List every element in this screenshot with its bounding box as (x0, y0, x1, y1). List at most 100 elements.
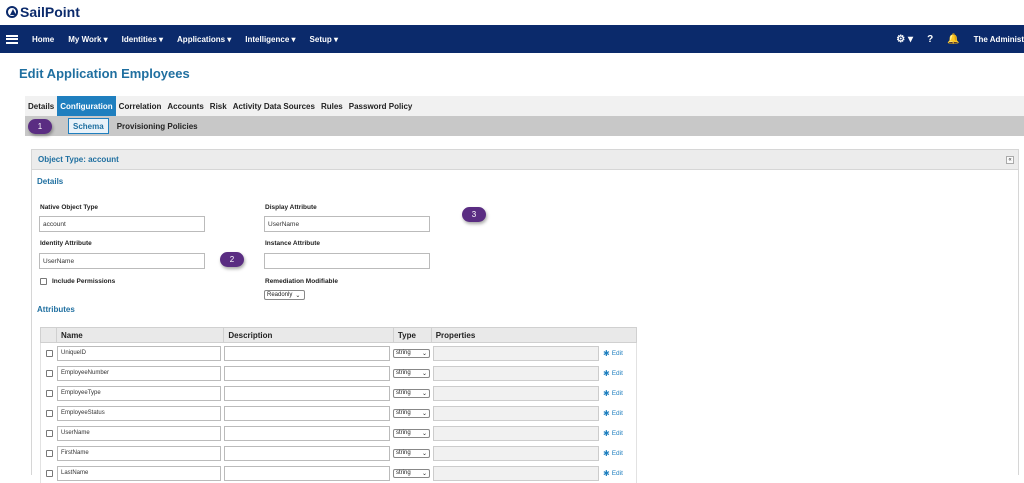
settings-gear-icon[interactable]: ⚙ ▾ (896, 34, 913, 45)
column-header-name: Name (57, 327, 225, 343)
attribute-name-input[interactable]: UserName (57, 425, 221, 441)
edit-attribute-button[interactable]: ✱ Edit (603, 349, 623, 358)
edit-attribute-button[interactable]: ✱ Edit (603, 369, 623, 378)
gear-icon: ✱ (603, 368, 610, 378)
tab-configuration[interactable]: Configuration (57, 96, 116, 116)
gear-icon: ✱ (603, 428, 610, 438)
panel-header: Object Type: account « (32, 150, 1018, 170)
row-select-cell (41, 349, 57, 357)
user-menu[interactable]: The Administ (974, 35, 1024, 44)
notifications-bell-icon[interactable]: 🔔 (947, 34, 959, 45)
collapse-panel-button[interactable]: « (1006, 156, 1014, 164)
attribute-type-select[interactable]: string ⌄ (393, 468, 430, 478)
attribute-name-input[interactable]: EmployeeType (57, 385, 221, 401)
attribute-type-select[interactable]: string ⌄ (393, 368, 430, 378)
gear-icon: ✱ (603, 348, 610, 358)
column-header-description: Description (224, 327, 394, 343)
chevron-down-icon: ⌄ (421, 470, 427, 477)
edit-attribute-button[interactable]: ✱ Edit (603, 469, 623, 478)
nav-setup[interactable]: Setup ▾ (310, 35, 338, 44)
table-row: LastName string ⌄ ✱ Edit (40, 463, 637, 483)
row-checkbox[interactable] (45, 469, 53, 477)
tab-activity-data-sources[interactable]: Activity Data Sources (230, 96, 318, 116)
attribute-description-input[interactable] (224, 365, 390, 381)
attributes-table: Name Description Type Properties UniqueI… (40, 327, 637, 483)
hamburger-menu-icon[interactable] (6, 34, 18, 44)
column-header-type: Type (394, 327, 432, 343)
panel-title: Object Type: account (38, 155, 119, 164)
nav-intelligence[interactable]: Intelligence ▾ (245, 35, 295, 44)
include-permissions-checkbox[interactable] (40, 278, 47, 285)
tab-correlation[interactable]: Correlation (116, 96, 165, 116)
edit-attribute-button[interactable]: ✱ Edit (603, 429, 623, 438)
attribute-description-input[interactable] (224, 405, 390, 421)
brand-name: SailPoint (20, 4, 80, 20)
attribute-properties-field (433, 345, 599, 361)
tab-rules[interactable]: Rules (318, 96, 346, 116)
row-select-cell (41, 389, 57, 397)
row-checkbox[interactable] (45, 349, 53, 357)
row-checkbox[interactable] (45, 429, 53, 437)
attribute-name-input[interactable]: LastName (57, 465, 221, 481)
tab-accounts[interactable]: Accounts (164, 96, 206, 116)
table-row: EmployeeType string ⌄ ✱ Edit (40, 383, 637, 403)
row-checkbox[interactable] (45, 449, 53, 457)
attribute-name-input[interactable]: EmployeeNumber (57, 365, 221, 381)
attribute-name-input[interactable]: EmployeeStatus (57, 405, 221, 421)
tab-risk[interactable]: Risk (207, 96, 230, 116)
edit-label: Edit (611, 469, 623, 477)
edit-attribute-button[interactable]: ✱ Edit (603, 449, 623, 458)
attribute-description-input[interactable] (224, 345, 390, 361)
details-section-title: Details (37, 177, 64, 186)
remediation-modifiable-select[interactable]: Readonly ⌄ (264, 290, 305, 300)
display-attribute-input[interactable]: UserName (264, 216, 430, 232)
tab-password-policy[interactable]: Password Policy (346, 96, 416, 116)
chevron-down-icon: ⌄ (421, 350, 427, 357)
gear-icon: ✱ (603, 388, 610, 398)
attribute-description-input[interactable] (224, 445, 390, 461)
attribute-type-value: string (396, 390, 411, 396)
edit-label: Edit (611, 369, 623, 377)
attribute-type-select[interactable]: string ⌄ (393, 428, 430, 438)
edit-attribute-button[interactable]: ✱ Edit (603, 389, 623, 398)
attribute-description-input[interactable] (224, 385, 390, 401)
attribute-name-input[interactable]: FirstName (57, 445, 221, 461)
subtab-provisioning-policies[interactable]: Provisioning Policies (113, 118, 202, 134)
nav-identities[interactable]: Identities ▾ (122, 35, 163, 44)
nav-home[interactable]: Home (32, 35, 54, 44)
attribute-description-input[interactable] (224, 465, 390, 481)
nav-right: ⚙ ▾ ? 🔔 The Administ (896, 25, 1024, 53)
attribute-type-select[interactable]: string ⌄ (393, 448, 430, 458)
nav-applications[interactable]: Applications ▾ (177, 35, 231, 44)
callout-badge-1: 1 (28, 119, 52, 134)
table-row: FirstName string ⌄ ✱ Edit (40, 443, 637, 463)
attribute-name-input[interactable]: UniqueID (57, 345, 221, 361)
help-icon[interactable]: ? (927, 34, 933, 45)
chevron-down-icon: ⌄ (421, 430, 427, 437)
table-row: UniqueID string ⌄ ✱ Edit (40, 343, 637, 363)
subtab-schema[interactable]: Schema (68, 118, 109, 134)
sailpoint-logo-icon (6, 6, 18, 18)
attribute-type-value: string (396, 450, 411, 456)
attribute-type-select[interactable]: string ⌄ (393, 408, 430, 418)
attribute-type-select[interactable]: string ⌄ (393, 348, 430, 358)
row-select-cell (41, 449, 57, 457)
include-permissions-label: Include Permissions (52, 278, 116, 285)
gear-icon: ✱ (603, 468, 610, 478)
attribute-properties-field (433, 385, 599, 401)
sailpoint-logo[interactable]: SailPoint (6, 4, 80, 20)
identity-attribute-input[interactable]: UserName (39, 253, 205, 269)
native-object-type-input[interactable]: account (39, 216, 205, 232)
tab-details[interactable]: Details (25, 96, 57, 116)
nav-my-work[interactable]: My Work ▾ (68, 35, 107, 44)
attribute-description-input[interactable] (224, 425, 390, 441)
row-checkbox[interactable] (45, 409, 53, 417)
remediation-modifiable-label: Remediation Modifiable (265, 278, 338, 285)
row-checkbox[interactable] (45, 369, 53, 377)
row-checkbox[interactable] (45, 389, 53, 397)
chevron-down-icon: ⌄ (421, 370, 427, 377)
chevron-down-icon: ⌄ (295, 292, 301, 299)
edit-attribute-button[interactable]: ✱ Edit (603, 409, 623, 418)
attribute-type-select[interactable]: string ⌄ (393, 388, 430, 398)
instance-attribute-input[interactable] (264, 253, 430, 269)
